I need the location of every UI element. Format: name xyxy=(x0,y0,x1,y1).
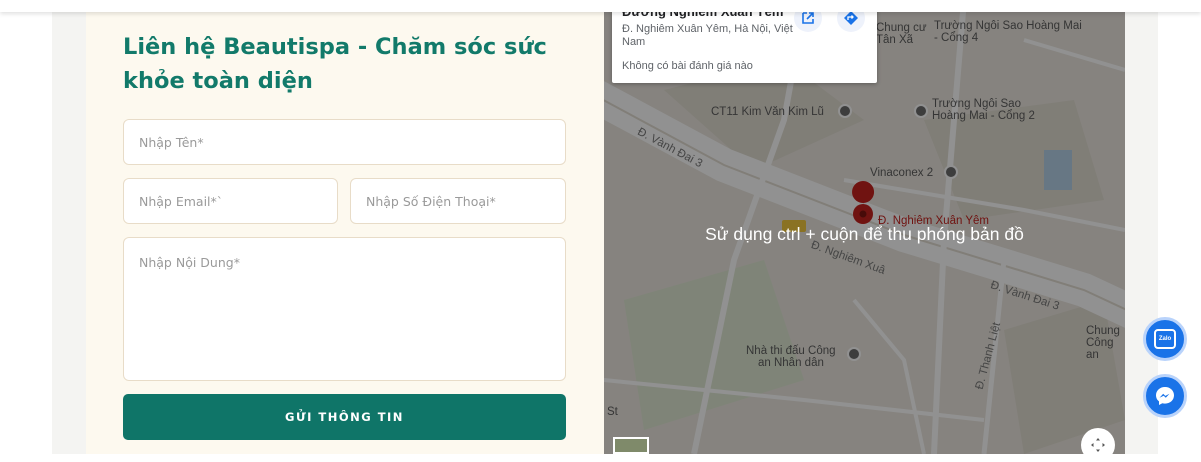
map-zoom-hint: Sử dụng ctrl + cuộn để thu phóng bản đồ xyxy=(705,224,1024,244)
fullscreen-icon[interactable] xyxy=(1081,428,1115,462)
zalo-icon: Zalo xyxy=(1154,329,1176,349)
messenger-chat-button[interactable] xyxy=(1143,374,1187,418)
content-placeholder: Nhập Nội Dung* xyxy=(139,255,240,270)
email-input[interactable]: Nhập Email*` xyxy=(123,178,338,224)
messenger-icon xyxy=(1156,387,1174,405)
phone-placeholder: Nhập Số Điện Thoại* xyxy=(366,193,496,209)
map-info-card: Đường Nghiêm Xuân Yêm Đ. Nghiêm Xuân Yêm… xyxy=(612,0,877,83)
phone-input[interactable]: Nhập Số Điện Thoại* xyxy=(350,178,566,224)
submit-button[interactable]: GỬI THÔNG TIN xyxy=(123,394,566,440)
info-card-reviews: Không có bài đánh giá nào xyxy=(622,60,753,72)
header-bar xyxy=(0,0,1201,12)
zalo-chat-button[interactable]: Zalo xyxy=(1143,317,1187,361)
name-input[interactable]: Nhập Tên* xyxy=(123,119,566,165)
email-placeholder: Nhập Email*` xyxy=(139,193,224,209)
satellite-toggle[interactable] xyxy=(613,437,649,454)
content-textarea[interactable]: Nhập Nội Dung* xyxy=(123,237,566,381)
name-placeholder: Nhập Tên* xyxy=(139,134,204,150)
contact-title: Liên hệ Beautispa - Chăm sóc sức khỏe to… xyxy=(123,34,547,94)
info-card-address: Đ. Nghiêm Xuân Yêm, Hà Nội, Việt Nam xyxy=(622,23,793,48)
